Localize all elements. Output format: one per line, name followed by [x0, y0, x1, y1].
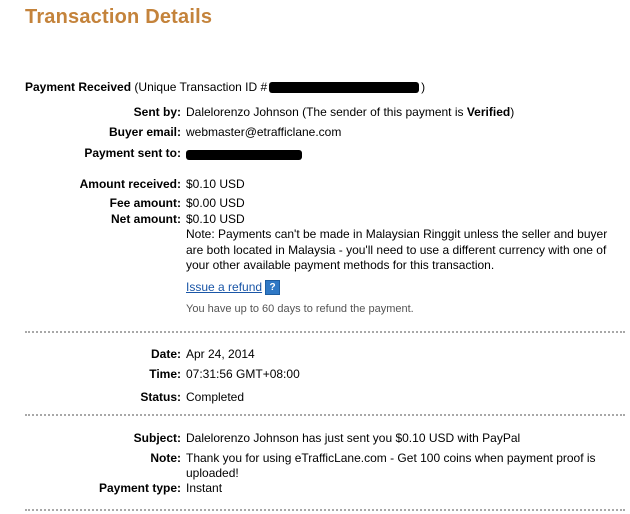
- payment-type-row: Payment type: Instant: [0, 481, 630, 497]
- transaction-id-close: ): [421, 80, 426, 94]
- note-label: Note:: [150, 451, 181, 465]
- status-value: Completed: [186, 390, 245, 404]
- buyer-email-value: webmaster@etrafficlane.com: [186, 125, 342, 139]
- date-value: Apr 24, 2014: [186, 347, 255, 361]
- sender-status: Verified: [466, 105, 511, 119]
- payment-sent-to-row: Payment sent to:: [0, 146, 630, 162]
- amount-received-value: $0.10 USD: [186, 177, 245, 191]
- time-row: Time: 07:31:56 GMT+08:00: [0, 367, 630, 383]
- sent-by-value: Dalelorenzo Johnson (The sender of this …: [186, 105, 514, 119]
- refund-line: Issue a refund?: [186, 280, 281, 296]
- sender-note-suffix: ): [510, 105, 515, 119]
- date-row: Date: Apr 24, 2014: [0, 347, 630, 363]
- payment-type-value: Instant: [186, 481, 223, 495]
- redacted-transaction-id: [269, 82, 420, 94]
- transaction-id-prefix: (Unique Transaction ID #: [134, 80, 268, 94]
- subject-label: Subject:: [133, 431, 181, 445]
- section-divider: [25, 509, 625, 511]
- sent-by-row: Sent by: Dalelorenzo Johnson (The sender…: [0, 105, 630, 121]
- amount-received-label: Amount received:: [79, 177, 181, 191]
- status-label: Status:: [140, 390, 181, 404]
- payment-received-label: Payment Received: [25, 80, 132, 94]
- sender-note-prefix: (The sender of this payment is: [302, 105, 467, 119]
- net-amount-value: $0.10 USD: [186, 212, 245, 226]
- refund-hint: You have up to 60 days to refund the pay…: [186, 303, 414, 315]
- payment-type-label: Payment type:: [98, 481, 181, 495]
- payment-sent-to-label: Payment sent to:: [84, 146, 181, 160]
- help-icon[interactable]: ?: [265, 280, 281, 296]
- sent-by-label: Sent by:: [133, 105, 181, 119]
- buyer-email-label: Buyer email:: [108, 125, 181, 139]
- fee-amount-row: Fee amount: $0.00 USD: [0, 196, 630, 212]
- section-divider: [25, 414, 625, 416]
- payment-received-line: Payment Received (Unique Transaction ID …: [25, 80, 425, 94]
- date-label: Date:: [150, 347, 181, 361]
- buyer-email-row: Buyer email: webmaster@etrafficlane.com: [0, 125, 630, 141]
- issue-refund-link[interactable]: Issue a refund: [186, 280, 262, 294]
- net-amount-label: Net amount:: [111, 212, 181, 226]
- amount-received-row: Amount received: $0.10 USD: [0, 177, 630, 193]
- sender-name: Dalelorenzo Johnson: [186, 105, 299, 119]
- fee-amount-value: $0.00 USD: [186, 196, 245, 210]
- subject-row: Subject: Dalelorenzo Johnson has just se…: [0, 431, 630, 447]
- status-row: Status: Completed: [0, 390, 630, 406]
- section-divider: [25, 331, 625, 333]
- redacted-recipient-email: [186, 149, 302, 160]
- currency-note: Note: Payments can't be made in Malaysia…: [186, 227, 608, 272]
- payment-sent-to-value: [186, 146, 302, 160]
- time-label: Time:: [149, 367, 181, 381]
- net-amount-row: Net amount: $0.10 USD: [0, 212, 630, 228]
- time-value: 07:31:56 GMT+08:00: [186, 367, 300, 381]
- note-row: Note: Thank you for using eTrafficLane.c…: [0, 451, 630, 483]
- page-title: Transaction Details: [25, 6, 213, 28]
- fee-amount-label: Fee amount:: [109, 196, 181, 210]
- subject-value: Dalelorenzo Johnson has just sent you $0…: [186, 431, 521, 445]
- note-value: Thank you for using eTrafficLane.com - G…: [186, 451, 596, 480]
